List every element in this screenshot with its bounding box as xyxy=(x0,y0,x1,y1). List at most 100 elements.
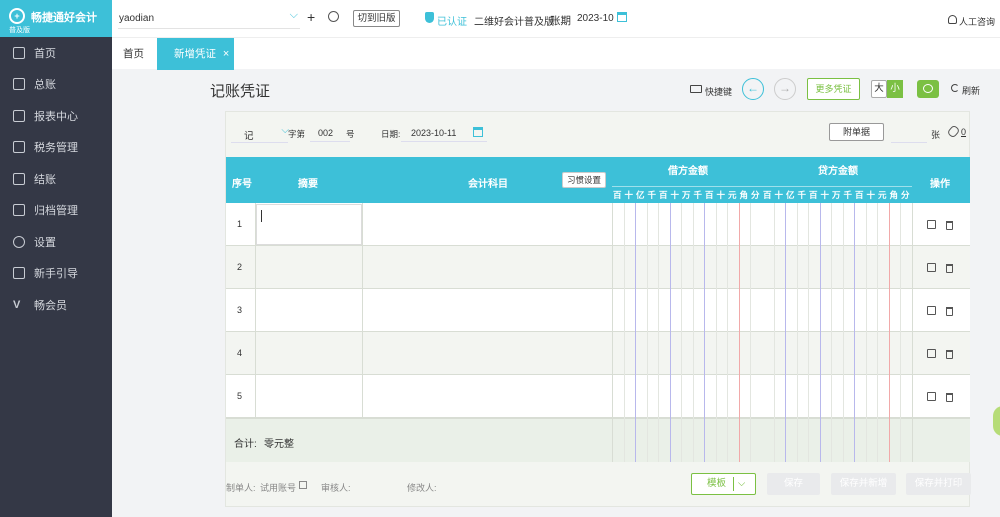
sidebar-item-label: 设置 xyxy=(34,236,56,249)
eye-toggle[interactable] xyxy=(917,80,939,98)
subject-cell[interactable] xyxy=(363,289,612,332)
refresh-link[interactable]: 刷新 xyxy=(962,84,980,97)
trash-icon[interactable] xyxy=(946,350,953,359)
refresh-icon[interactable] xyxy=(951,84,959,92)
digit-unit: 千 xyxy=(843,190,853,200)
digit-unit: 百 xyxy=(809,190,818,200)
sidebar-item-vip[interactable]: V 畅会员 xyxy=(0,289,112,321)
table-row: 5 xyxy=(226,375,970,418)
add-icon[interactable]: + xyxy=(307,10,315,24)
copy-row-icon[interactable] xyxy=(927,263,936,272)
app-edition: 普及版 xyxy=(9,27,30,34)
paperclip-icon[interactable] xyxy=(946,124,961,139)
home-icon xyxy=(13,46,25,59)
subject-cell[interactable] xyxy=(363,375,612,418)
sidebar-item-label: 归档管理 xyxy=(34,205,78,218)
copy-row-icon[interactable] xyxy=(927,306,936,315)
support-link[interactable]: 人工咨询 xyxy=(959,15,995,28)
gear-icon[interactable] xyxy=(328,11,339,22)
sidebar-item-label: 总账 xyxy=(34,79,56,92)
top-bar: yaodian ⌵ + 切到旧版 已认证 二维好会计普及版 账期 2023-10… xyxy=(112,0,1000,37)
save-print-button[interactable]: 保存并打印 xyxy=(906,473,971,495)
total-row: 合计: 零元整 xyxy=(226,418,970,462)
digit-unit: 十 xyxy=(820,190,830,200)
subject-cell[interactable] xyxy=(363,246,612,289)
subject-cell[interactable] xyxy=(363,332,612,375)
certified-label[interactable]: 已认证 xyxy=(437,13,467,28)
switch-old-button[interactable]: 切到旧版 xyxy=(353,10,400,27)
save-new-button[interactable]: 保存并新增 xyxy=(831,473,896,495)
sidebar-item-label: 税务管理 xyxy=(34,142,78,155)
calendar-icon[interactable] xyxy=(617,12,627,22)
habit-settings-button[interactable]: 习惯设置 xyxy=(562,172,606,188)
trash-icon[interactable] xyxy=(946,393,953,402)
sidebar-item-chart[interactable]: 报表中心 xyxy=(0,100,112,132)
summary-cell[interactable] xyxy=(256,333,362,374)
shortcut-link[interactable]: 快捷键 xyxy=(705,85,732,98)
voucher-word-select[interactable]: 记 ⌵ xyxy=(231,124,289,143)
floating-help-button[interactable] xyxy=(993,406,1000,436)
subject-cell[interactable] xyxy=(363,203,612,246)
sidebar-item-gear[interactable]: 设置 xyxy=(0,226,112,258)
voucher-number[interactable]: 002 xyxy=(310,128,350,142)
next-voucher-button[interactable]: → xyxy=(774,78,796,100)
sidebar-item-archive[interactable]: 归档管理 xyxy=(0,195,112,227)
template-button[interactable]: 模板 ⌵ xyxy=(691,473,756,495)
tab-home-label: 首页 xyxy=(123,48,144,60)
sidebar-item-play[interactable]: 新手引导 xyxy=(0,258,112,290)
size-large-toggle[interactable]: 大 xyxy=(871,80,887,98)
row-number: 2 xyxy=(237,262,243,272)
app-logo[interactable]: + 畅捷通好会计 普及版 xyxy=(0,0,112,37)
text-cursor xyxy=(261,210,262,222)
company-select[interactable]: yaodian ⌵ xyxy=(118,9,300,29)
period-value[interactable]: 2023-10 xyxy=(577,13,614,24)
chart-icon xyxy=(13,109,25,122)
close-icon[interactable]: × xyxy=(223,48,229,60)
credit-digit-units: 百十亿千百十万千百十元角分 xyxy=(762,186,912,200)
digit-unit: 十 xyxy=(716,190,726,200)
more-voucher-button[interactable]: 更多凭证 xyxy=(807,78,860,100)
trash-icon[interactable] xyxy=(946,264,953,273)
digit-unit: 百 xyxy=(705,190,714,200)
table-row: 1 xyxy=(226,203,970,246)
trash-icon[interactable] xyxy=(946,307,953,316)
tab-home[interactable]: 首页 xyxy=(123,38,153,70)
sidebar-item-label: 报表中心 xyxy=(34,110,78,123)
copy-row-icon[interactable] xyxy=(927,392,936,401)
digit-unit: 十 xyxy=(774,190,784,200)
row-number: 4 xyxy=(237,348,243,358)
chevron-down-icon: ⌵ xyxy=(289,9,298,21)
attachment-button[interactable]: 附单据 xyxy=(829,123,884,141)
gear-icon xyxy=(13,235,25,248)
sidebar-item-home[interactable]: 首页 xyxy=(0,37,112,69)
summary-cell[interactable] xyxy=(256,247,362,288)
sidebar-item-ledger[interactable]: 总账 xyxy=(0,69,112,101)
tab-new-voucher[interactable]: 新增凭证 × xyxy=(157,38,234,70)
summary-cell[interactable] xyxy=(256,376,362,417)
table-row: 2 xyxy=(226,246,970,289)
attachment-count-input[interactable] xyxy=(891,142,927,143)
size-small-toggle[interactable]: 小 xyxy=(887,80,903,98)
chevron-down-icon[interactable]: ⌵ xyxy=(738,474,745,494)
save-button[interactable]: 保存 xyxy=(767,473,820,495)
voucher-word: 记 xyxy=(244,131,254,142)
edit-icon[interactable] xyxy=(299,481,307,489)
copy-row-icon[interactable] xyxy=(927,220,936,229)
sidebar-item-closing[interactable]: 结账 xyxy=(0,163,112,195)
qr-edition[interactable]: 二维好会计普及版 xyxy=(474,13,554,28)
calendar-icon[interactable] xyxy=(473,127,483,137)
copy-row-icon[interactable] xyxy=(927,349,936,358)
auditor-label: 审核人: xyxy=(321,483,351,493)
digit-unit: 千 xyxy=(797,190,807,200)
play-icon xyxy=(13,267,25,280)
tax-icon xyxy=(13,141,25,154)
summary-cell[interactable] xyxy=(256,290,362,331)
company-name: yaodian xyxy=(119,13,155,24)
headset-icon[interactable] xyxy=(948,15,957,24)
app-name: 畅捷通好会计 xyxy=(31,12,97,24)
page-title: 记账凭证 xyxy=(210,83,271,100)
prev-voucher-button[interactable]: ← xyxy=(742,78,764,100)
trash-icon[interactable] xyxy=(946,221,953,230)
summary-cell[interactable] xyxy=(256,204,362,245)
sidebar-item-tax[interactable]: 税务管理 xyxy=(0,132,112,164)
